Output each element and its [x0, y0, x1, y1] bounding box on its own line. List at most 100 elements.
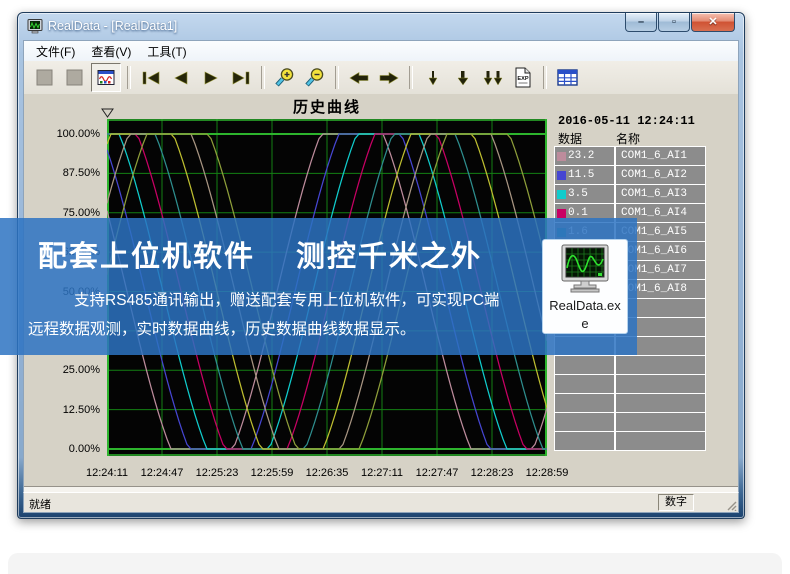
- toolbar-separator: [127, 66, 131, 89]
- arrow-left-icon: [347, 70, 371, 86]
- oscilloscope-monitor-icon: [557, 244, 613, 296]
- legend-name: COM1_6_AI3: [621, 188, 687, 200]
- y-tick-label: 25.00%: [28, 364, 100, 376]
- legend-value: 23.2: [568, 150, 594, 162]
- status-num-indicator: 数字: [658, 494, 694, 511]
- chart-title: 历史曲线: [107, 96, 547, 117]
- legend-name-cell: [616, 375, 705, 393]
- legend-col-name: 名称: [616, 130, 640, 147]
- toolbar-separator: [335, 66, 339, 89]
- legend-row[interactable]: [555, 375, 705, 393]
- cursor-marker-icon[interactable]: [101, 108, 114, 118]
- caption-buttons: – ▫ ✕: [624, 13, 735, 32]
- table-grid-icon: [557, 69, 578, 86]
- series-color-swatch: [557, 190, 566, 199]
- data-table-button[interactable]: [553, 64, 581, 91]
- toolbar-separator: [409, 66, 413, 89]
- next-button[interactable]: [197, 64, 225, 91]
- first-record-button[interactable]: [137, 64, 165, 91]
- menu-item-0[interactable]: 文件(F): [28, 41, 83, 62]
- gray-square-icon: [36, 69, 54, 87]
- resize-grip[interactable]: [725, 499, 737, 511]
- toolbar-separator: [261, 66, 265, 89]
- minimize-icon: –: [638, 17, 644, 28]
- arrow-down-icon: [455, 69, 471, 87]
- legend-name-cell: [616, 413, 705, 431]
- legend-timestamp: 2016-05-11 12:24:11: [558, 114, 695, 128]
- maximize-icon: ▫: [672, 17, 676, 28]
- down-double-button[interactable]: [479, 64, 507, 91]
- down-thin-button[interactable]: [419, 64, 447, 91]
- y-tick-label: 75.00%: [28, 207, 100, 219]
- zoom-out-button[interactable]: [301, 64, 329, 91]
- legend-row[interactable]: [555, 394, 705, 412]
- legend-name-cell: COM1_6_AI1: [616, 147, 705, 165]
- legend-name-cell: [616, 394, 705, 412]
- status-bar: 就绪 数字: [23, 492, 739, 513]
- arrow-down-thin-icon: [426, 69, 440, 87]
- legend-name: COM1_6_AI1: [621, 150, 687, 162]
- pan-left-button[interactable]: [345, 64, 373, 91]
- realdata-exe-tile[interactable]: RealData.exe: [542, 239, 628, 334]
- curve-view-button[interactable]: [91, 63, 121, 92]
- toolbar-separator: [543, 66, 547, 89]
- y-tick-label: 87.50%: [28, 167, 100, 179]
- last-record-button[interactable]: [227, 64, 255, 91]
- toolbar-blank-button-1[interactable]: [31, 64, 59, 91]
- page: RealData - [RealData1] – ▫ ✕ 文件(F)查看(V)工…: [0, 0, 790, 574]
- legend-name-cell: [616, 356, 705, 374]
- previous-icon: [171, 70, 191, 86]
- legend-row[interactable]: 3.5COM1_6_AI3: [555, 185, 705, 203]
- pan-right-button[interactable]: [375, 64, 403, 91]
- previous-button[interactable]: [167, 64, 195, 91]
- y-tick-label: 0.00%: [28, 443, 100, 455]
- legend-header: 数据 名称: [554, 130, 704, 146]
- legend-col-data: 数据: [558, 130, 582, 147]
- x-tick-label: 12:27:47: [406, 467, 468, 479]
- zoom-out-icon: [304, 67, 326, 88]
- legend-value-cell: [555, 432, 614, 450]
- x-tick-label: 12:25:59: [241, 467, 303, 479]
- legend-value-cell: [555, 413, 614, 431]
- legend-value-cell: 11.5: [555, 166, 614, 184]
- legend-row[interactable]: 11.5COM1_6_AI2: [555, 166, 705, 184]
- legend-row[interactable]: 23.2 COM1_6_AI1: [555, 147, 705, 165]
- legend-row[interactable]: [555, 413, 705, 431]
- close-icon: ✕: [708, 17, 717, 28]
- zoom-in-button[interactable]: [271, 64, 299, 91]
- x-tick-label: 12:28:59: [516, 467, 578, 479]
- next-icon: [201, 70, 221, 86]
- y-tick-label: 100.00%: [28, 128, 100, 140]
- arrow-right-icon: [377, 70, 401, 86]
- app-logo-icon: [27, 19, 43, 34]
- menu-item-1[interactable]: 查看(V): [83, 41, 139, 62]
- menu-item-2[interactable]: 工具(T): [139, 41, 194, 62]
- curve-view-icon: [97, 69, 116, 87]
- legend-value-cell: 23.2: [555, 147, 614, 165]
- y-tick-label: 12.50%: [28, 404, 100, 416]
- title-bar[interactable]: RealData - [RealData1] – ▫ ✕: [18, 13, 744, 40]
- legend-name-cell: COM1_6_AI2: [616, 166, 705, 184]
- first-record-icon: [140, 70, 162, 86]
- x-tick-label: 12:24:47: [131, 467, 193, 479]
- menu-bar: 文件(F)查看(V)工具(T): [23, 40, 739, 63]
- legend-row[interactable]: [555, 356, 705, 374]
- legend-name-cell: COM1_6_AI3: [616, 185, 705, 203]
- maximize-button[interactable]: ▫: [658, 13, 690, 32]
- legend-value-cell: [555, 394, 614, 412]
- export-button[interactable]: EXP: [509, 64, 537, 91]
- page-bottom-bar: [8, 553, 782, 574]
- toolbar: EXP: [23, 61, 739, 95]
- minimize-button[interactable]: –: [625, 13, 657, 32]
- down-button[interactable]: [449, 64, 477, 91]
- x-tick-label: 12:26:35: [296, 467, 358, 479]
- svg-text:EXP: EXP: [517, 76, 528, 82]
- legend-row[interactable]: [555, 432, 705, 450]
- series-color-swatch: [557, 209, 566, 218]
- series-color-swatch: [557, 171, 566, 180]
- x-tick-label: 12:27:11: [351, 467, 413, 479]
- toolbar-blank-button-2[interactable]: [61, 64, 89, 91]
- export-doc-icon: EXP: [514, 67, 532, 88]
- legend-value-cell: [555, 375, 614, 393]
- close-button[interactable]: ✕: [691, 13, 735, 32]
